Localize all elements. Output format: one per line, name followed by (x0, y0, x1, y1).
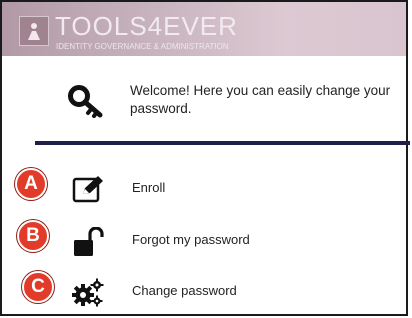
logo-figure-icon (28, 23, 40, 40)
menu-item-change-password[interactable]: Change password (62, 272, 392, 312)
logo-title: TOOLS4EVER (55, 11, 238, 41)
menu-item-forgot-password[interactable]: Forgot my password (62, 221, 392, 261)
header-banner: TOOLS4EVER IDENTITY GOVERNANCE & ADMINIS… (2, 2, 406, 56)
key-icon (67, 84, 107, 123)
edit-icon (72, 175, 104, 203)
menu-label-enroll: Enroll (132, 180, 166, 195)
section-divider (35, 141, 410, 145)
welcome-message: Welcome! Here you can easily change your… (130, 83, 391, 116)
menu-item-enroll[interactable]: Enroll (62, 169, 392, 209)
gears-icon (72, 278, 104, 307)
callout-badge-a: A (15, 168, 47, 200)
menu-label-forgot-password: Forgot my password (132, 232, 250, 247)
unlock-icon (72, 226, 104, 256)
portal-frame: TOOLS4EVER IDENTITY GOVERNANCE & ADMINIS… (0, 0, 410, 316)
logo-subtitle: IDENTITY GOVERNANCE & ADMINISTRATION (56, 42, 229, 51)
callout-badge-c: C (22, 271, 54, 303)
callout-badge-b: B (17, 220, 49, 252)
logo-mark (19, 16, 49, 46)
menu-label-change-password: Change password (132, 283, 237, 298)
